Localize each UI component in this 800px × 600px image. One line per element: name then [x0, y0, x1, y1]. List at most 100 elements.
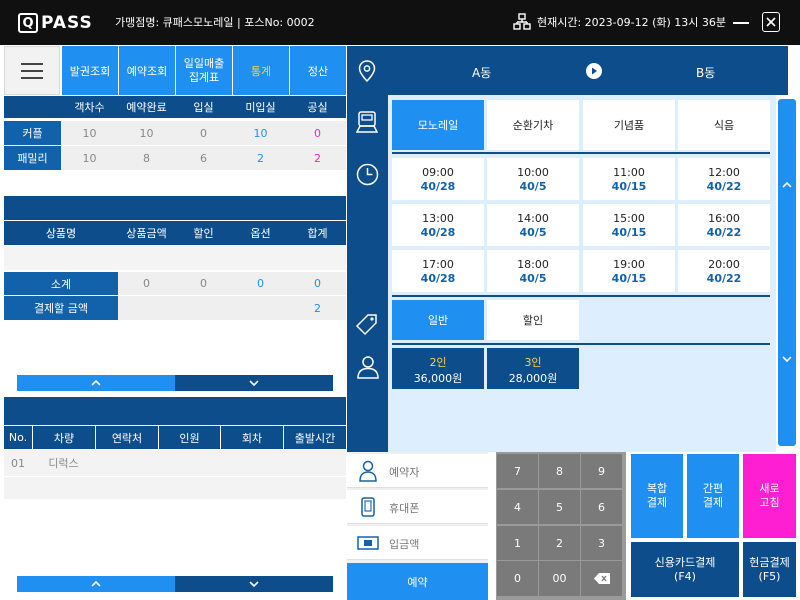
- menu-button[interactable]: [4, 46, 60, 95]
- keypad-key[interactable]: 4: [497, 490, 538, 524]
- status-col-header: 미입실: [232, 96, 289, 118]
- timeslot-button[interactable]: 20:00 40/22: [678, 250, 770, 292]
- status-cell: 10: [232, 121, 289, 145]
- timeslot-time: 09:00: [422, 165, 454, 179]
- table-row[interactable]: 01 디럭스: [4, 450, 346, 476]
- deposit-field[interactable]: 입금액: [347, 526, 488, 560]
- timeslot-button[interactable]: 09:00 40/28: [392, 158, 484, 200]
- reserver-label: 예약자: [389, 466, 420, 479]
- reservation-scroll-down-button[interactable]: [175, 576, 333, 592]
- backspace-key[interactable]: [581, 561, 622, 596]
- price-option[interactable]: 3인 28,000원: [487, 348, 579, 389]
- status-cell: 10: [61, 146, 118, 170]
- product-row[interactable]: [4, 246, 346, 270]
- tab-daily-sales[interactable]: 일일매출 집계표: [175, 46, 232, 95]
- category-scrollbar[interactable]: [778, 99, 796, 446]
- timeslot-time: 16:00: [708, 211, 740, 225]
- minimize-button[interactable]: [732, 12, 750, 32]
- subtotal-cell: 0: [175, 272, 232, 295]
- product-col-header: 상품명: [4, 221, 118, 245]
- timeslot-button[interactable]: 17:00 40/28: [392, 250, 484, 292]
- tab-reservation-lookup[interactable]: 예약조회: [118, 46, 175, 95]
- timeslot-button[interactable]: 16:00 40/22: [678, 204, 770, 246]
- timeslot-button[interactable]: 15:00 40/15: [583, 204, 675, 246]
- timeslot-button[interactable]: 13:00 40/28: [392, 204, 484, 246]
- cash-icon: [357, 536, 379, 550]
- timeslot-seats: 40/15: [611, 225, 647, 239]
- reservation-col-header: 인원: [158, 426, 220, 449]
- reserver-field[interactable]: 예약자: [347, 454, 488, 488]
- category-tab-food[interactable]: 식음: [678, 100, 770, 150]
- timeslot-time: 10:00: [517, 165, 549, 179]
- timeslot-button[interactable]: 10:00 40/5: [487, 158, 579, 200]
- combined-payment-button[interactable]: 복합 결제: [631, 454, 683, 538]
- phone-field[interactable]: 휴대폰: [347, 490, 488, 524]
- keypad-key[interactable]: 1: [497, 526, 538, 560]
- keypad-key[interactable]: 6: [581, 490, 622, 524]
- play-arrow-icon[interactable]: [586, 63, 602, 79]
- timeslot-button[interactable]: 18:00 40/5: [487, 250, 579, 292]
- payable-label: 결제할 금액: [4, 296, 118, 320]
- status-cell: 0: [175, 121, 232, 145]
- keypad-key[interactable]: 9: [581, 454, 622, 488]
- cash-payment-button[interactable]: 현금결제 (F5): [743, 542, 796, 597]
- card-payment-button[interactable]: 신용카드결제 (F4): [631, 542, 739, 597]
- price-people: 3인: [524, 356, 542, 369]
- timeslot-time: 19:00: [613, 257, 645, 271]
- status-header-corner: [4, 96, 61, 118]
- status-col-header: 예약완료: [118, 96, 175, 118]
- user-icon[interactable]: [357, 355, 379, 379]
- location-pin-icon[interactable]: [358, 60, 376, 82]
- subtotal-label: 소계: [4, 272, 118, 295]
- chevron-up-icon[interactable]: [782, 180, 792, 190]
- category-tab-circular-train[interactable]: 순환기차: [487, 100, 579, 150]
- price-option[interactable]: 2인 36,000원: [392, 348, 484, 389]
- side-icon-bar: [347, 46, 388, 452]
- simple-payment-button[interactable]: 간편 결제: [687, 454, 739, 538]
- reservation-col-header: No.: [4, 426, 32, 449]
- keypad-key[interactable]: 8: [539, 454, 580, 488]
- timeslot-seats: 40/5: [519, 271, 547, 285]
- close-button[interactable]: [762, 12, 780, 32]
- kiosk-icon[interactable]: [356, 110, 378, 134]
- timeslot-button[interactable]: 12:00 40/22: [678, 158, 770, 200]
- store-info: 가맹점명: 큐패스모노레일 | 포스No: 0002: [115, 16, 315, 29]
- backspace-icon: [593, 573, 610, 584]
- timeslot-seats: 40/5: [519, 225, 547, 239]
- status-col-header: 입실: [175, 96, 232, 118]
- chevron-down-icon[interactable]: [782, 354, 792, 364]
- tab-ticket-lookup[interactable]: 발권조회: [61, 46, 118, 95]
- tag-icon[interactable]: [355, 313, 378, 336]
- price-people: 2인: [429, 356, 447, 369]
- product-scroll-down-button[interactable]: [175, 375, 333, 391]
- keypad-key[interactable]: 2: [539, 526, 580, 560]
- refresh-button[interactable]: 새로 고침: [743, 454, 796, 538]
- product-col-header: 할인: [175, 221, 232, 245]
- keypad-key[interactable]: 7: [497, 454, 538, 488]
- tab-statistics[interactable]: 통계: [232, 46, 289, 95]
- subtotal-cell: 0: [118, 272, 175, 295]
- timeslot-button[interactable]: 14:00 40/5: [487, 204, 579, 246]
- phone-icon: [361, 497, 375, 517]
- fare-type-general[interactable]: 일반: [392, 300, 484, 340]
- product-scroll-up-button[interactable]: [17, 375, 175, 391]
- timeslot-button[interactable]: 11:00 40/15: [583, 158, 675, 200]
- table-row[interactable]: [4, 477, 346, 499]
- clock-icon[interactable]: [356, 163, 379, 186]
- keypad-key[interactable]: 0: [497, 561, 538, 596]
- chevron-up-icon: [91, 379, 101, 386]
- category-tab-monorail[interactable]: 모노레일: [392, 100, 484, 150]
- timeslot-button[interactable]: 19:00 40/15: [583, 250, 675, 292]
- fare-type-discount[interactable]: 할인: [487, 300, 579, 340]
- keypad-key[interactable]: 5: [539, 490, 580, 524]
- status-col-header: 공실: [289, 96, 346, 118]
- reservation-scroll-up-button[interactable]: [17, 576, 175, 592]
- chevron-down-icon: [249, 380, 259, 387]
- keypad-key[interactable]: 00: [539, 561, 580, 596]
- timeslot-seats: 40/28: [420, 271, 456, 285]
- top-bar: Q PASS 가맹점명: 큐패스모노레일 | 포스No: 0002 현재시간: …: [0, 0, 800, 45]
- tab-settlement[interactable]: 정산: [289, 46, 346, 95]
- keypad-key[interactable]: 3: [581, 526, 622, 560]
- reserve-button[interactable]: 예약: [347, 563, 488, 600]
- category-tab-souvenir[interactable]: 기념품: [583, 100, 675, 150]
